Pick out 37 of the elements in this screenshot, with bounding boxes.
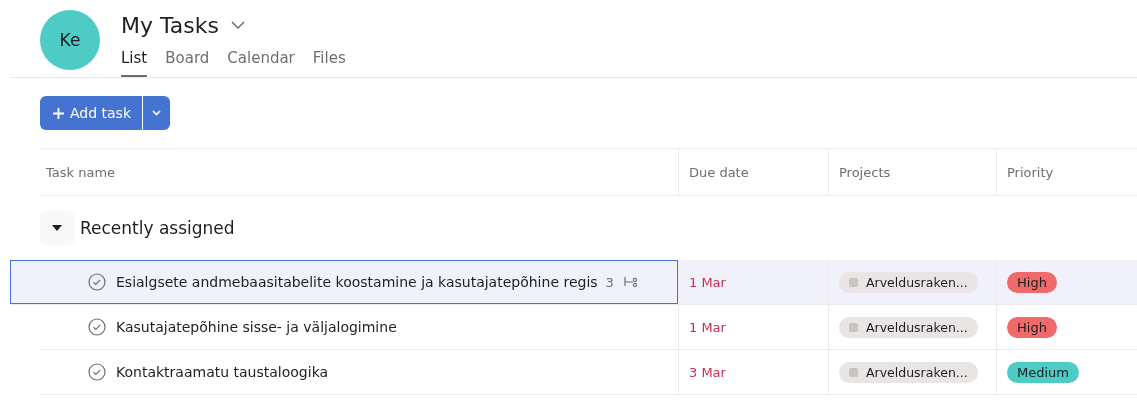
column-header[interactable]: Projects [839,164,891,180]
checkmark-circle-icon[interactable] [88,363,106,381]
checkmark-circle-icon[interactable] [88,273,106,291]
avatar[interactable]: Ke [40,10,100,70]
chevron-down-icon [152,110,162,116]
task-name: Kasutajatepõhine sisse- ja väljalogimine [116,319,397,335]
priority-tag[interactable]: High [1007,271,1057,293]
column-header[interactable]: Priority [1007,164,1054,180]
priority-tag[interactable]: High [1007,316,1057,338]
priority-tag[interactable]: Medium [1007,361,1079,383]
collapse-toggle[interactable] [40,211,74,245]
column-header[interactable]: Due date [689,164,749,180]
view-tab[interactable]: Board [165,44,210,77]
due-date: 3 Mar [689,364,726,380]
task-name: Kontaktraamatu taustaloogika [116,364,329,380]
task-row[interactable]: Kontaktraamatu taustaloogika 3 Mar Arveldusraken... Medium [40,350,1137,395]
triangle-icon [52,225,62,231]
subtask-icon [623,276,638,288]
subtask-count: 3 [605,274,614,290]
view-tab[interactable]: List [121,44,148,77]
due-date: 1 Mar [689,274,726,290]
project-tag[interactable]: Arveldusraken... [839,316,978,338]
due-date: 1 Mar [689,319,726,335]
task-row[interactable]: Kasutajatepõhine sisse- ja väljalogimine 1 Mar Arveldusraken... High [40,305,1137,350]
section-title: Recently assigned [80,218,235,238]
view-tab[interactable]: Files [312,44,346,77]
task-row[interactable]: Esialgsete andmebaasitabelite koostamine ja kasutajatepõhine regis 3 1 Mar Arveldusraken... High [10,260,1137,305]
column-header[interactable]: Task name [46,164,116,180]
add-task-button[interactable]: Add task [40,96,144,130]
checkmark-circle-icon[interactable] [88,318,106,336]
page-title: My Tasks [121,12,219,38]
task-name: Esialgsete andmebaasitabelite koostamine ja kasutajatepõhine regis [116,274,598,290]
chevron-down-icon[interactable] [230,21,245,29]
project-tag[interactable]: Arveldusraken... [839,271,978,293]
plus-icon [53,107,64,119]
view-tab[interactable]: Calendar [227,44,295,77]
project-tag[interactable]: Arveldusraken... [839,361,978,383]
